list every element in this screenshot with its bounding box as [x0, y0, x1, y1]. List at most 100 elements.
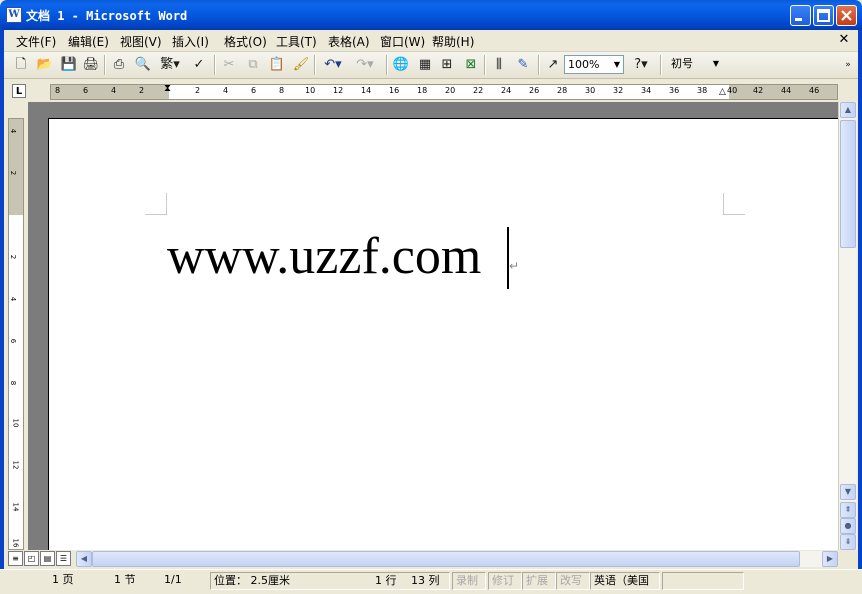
minimize-button[interactable]: [790, 5, 811, 26]
print-preview-icon[interactable]: 🔍: [134, 56, 152, 74]
ruler-tick: 18: [417, 86, 428, 95]
document-map-icon[interactable]: ↗: [544, 56, 562, 74]
menu-window[interactable]: 窗口(W): [380, 33, 425, 50]
font-size-value: 初号: [671, 57, 693, 70]
status-track-changes[interactable]: 修订: [488, 572, 522, 590]
ruler-tick: 2: [195, 86, 201, 95]
status-column: 13 列: [411, 574, 440, 587]
ruler-tick: 6: [251, 86, 257, 95]
select-browse-object-icon[interactable]: ●: [840, 518, 856, 534]
vertical-ruler[interactable]: 4 2 2 4 6 8 10 12 14 16: [8, 118, 24, 550]
margin-corner-mark: [723, 193, 745, 215]
insert-excel-icon[interactable]: ⊠: [462, 56, 480, 74]
ruler-tick: 2: [9, 254, 18, 260]
menu-help[interactable]: 帮助(H): [432, 33, 474, 50]
maximize-button[interactable]: [813, 5, 834, 26]
normal-view-icon[interactable]: ≡: [8, 551, 23, 566]
ruler-tick: 4: [9, 296, 18, 302]
tables-borders-icon[interactable]: ▦: [416, 56, 434, 74]
menu-file[interactable]: 文件(F): [16, 33, 56, 50]
ruler-tick: 14: [361, 86, 372, 95]
ruler-tick: 34: [641, 86, 652, 95]
horizontal-scroll-thumb[interactable]: [92, 551, 800, 567]
cut-icon[interactable]: ✂: [220, 56, 238, 74]
tab-selector[interactable]: L: [12, 84, 26, 98]
status-overtype[interactable]: 改写: [556, 572, 590, 590]
menu-format[interactable]: 格式(O): [224, 33, 267, 50]
menu-tools[interactable]: 工具(T): [276, 33, 317, 50]
columns-icon[interactable]: ⫼: [490, 56, 508, 74]
new-document-icon[interactable]: 🗋: [12, 56, 30, 74]
text-cursor: [507, 227, 509, 289]
scroll-up-icon[interactable]: ▲: [840, 102, 856, 118]
redo-icon[interactable]: ↷▾: [352, 56, 378, 74]
status-record[interactable]: 录制: [452, 572, 486, 590]
menu-view[interactable]: 视图(V): [120, 33, 162, 50]
status-position: 位置： 2.5厘米: [214, 574, 290, 587]
drawing-icon[interactable]: ✎: [514, 56, 532, 74]
print-icon[interactable]: ⎙: [110, 56, 128, 74]
format-painter-icon[interactable]: 🖌: [292, 56, 310, 74]
ruler-tick: 36: [669, 86, 680, 95]
undo-icon[interactable]: ↶▾: [320, 56, 346, 74]
horizontal-ruler[interactable]: 8 6 4 2 ⧗ 2 4 6 8 10 12 14 16 18 20 22 2…: [50, 83, 838, 100]
font-size-combobox[interactable]: 初号 ▼: [668, 55, 722, 74]
zoom-combobox[interactable]: 100% ▼: [564, 55, 624, 74]
menu-edit[interactable]: 编辑(E): [68, 33, 109, 50]
right-indent-icon[interactable]: △: [719, 87, 726, 97]
chevron-down-icon[interactable]: ▼: [611, 56, 623, 73]
paste-icon[interactable]: 📋: [268, 56, 286, 74]
close-button[interactable]: [836, 5, 857, 26]
insert-table-icon[interactable]: ⊞: [438, 56, 456, 74]
copy-icon[interactable]: ⧉: [244, 56, 262, 74]
scroll-left-icon[interactable]: ◀: [76, 551, 92, 567]
previous-page-icon[interactable]: ⇞: [840, 502, 856, 518]
toolbar-overflow-icon[interactable]: »: [842, 56, 854, 74]
ruler-tick: 12: [11, 460, 20, 470]
status-blank: [746, 572, 846, 590]
spelling-grammar-icon[interactable]: ✓: [190, 56, 208, 74]
ruler-tick: 8: [279, 86, 285, 95]
next-page-icon[interactable]: ⇟: [840, 534, 856, 550]
horizontal-ruler-area: L 8 6 4 2 ⧗ 2 4 6 8 10 12 14 16 18 20 22…: [4, 80, 858, 102]
help-icon[interactable]: ?▾: [628, 56, 654, 74]
document-text[interactable]: www.uzzf.com: [167, 227, 481, 286]
traditional-chinese-icon[interactable]: 繁▾: [158, 56, 182, 74]
ruler-tick: 4: [9, 128, 18, 134]
status-spelling[interactable]: [662, 572, 744, 590]
scroll-down-icon[interactable]: ▼: [840, 484, 856, 500]
menu-insert[interactable]: 插入(I): [172, 33, 209, 50]
insert-hyperlink-icon[interactable]: 🌐: [392, 56, 410, 74]
chevron-down-icon[interactable]: ▼: [710, 55, 722, 72]
margin-corner-mark: [145, 193, 167, 215]
ruler-tick: 40: [727, 86, 738, 95]
vertical-scrollbar[interactable]: ▲ ▼ ⇞ ● ⇟: [838, 102, 857, 552]
ruler-tick: 22: [473, 86, 484, 95]
print-layout-view-icon[interactable]: ▤: [40, 551, 55, 566]
ruler-tick: 26: [529, 86, 540, 95]
ruler-tick: 4: [223, 86, 229, 95]
scroll-right-icon[interactable]: ▶: [822, 551, 838, 567]
document-page[interactable]: www.uzzf.com ↵: [48, 118, 838, 552]
word-document-icon[interactable]: W: [6, 7, 22, 23]
indent-marker-icon[interactable]: ⧗: [164, 83, 171, 94]
save-icon[interactable]: 💾: [60, 56, 78, 74]
outline-view-icon[interactable]: ☰: [56, 551, 71, 566]
status-extend[interactable]: 扩展: [522, 572, 556, 590]
menu-table[interactable]: 表格(A): [328, 33, 370, 50]
open-folder-icon[interactable]: 📂: [36, 56, 54, 74]
web-layout-view-icon[interactable]: ◰: [24, 551, 39, 566]
toolbar-separator: [314, 55, 316, 75]
title-bar[interactable]: W 文档 1 - Microsoft Word: [0, 0, 862, 30]
toolbar-separator: [484, 55, 486, 75]
permission-icon[interactable]: 🖨: [82, 56, 100, 74]
window-frame-left: [0, 30, 4, 593]
ruler-tick: 38: [697, 86, 708, 95]
status-language[interactable]: 英语（美国: [590, 572, 660, 590]
ruler-tick: 42: [753, 86, 764, 95]
horizontal-scrollbar[interactable]: ◀ ▶: [76, 551, 838, 567]
ruler-tick: 30: [585, 86, 596, 95]
document-close-icon[interactable]: ✕: [836, 32, 852, 48]
vertical-scroll-thumb[interactable]: [840, 120, 856, 248]
status-bar: 1 页 1 节 1/1 位置： 2.5厘米 1 行 13 列 录制 修订 扩展 …: [0, 569, 862, 594]
